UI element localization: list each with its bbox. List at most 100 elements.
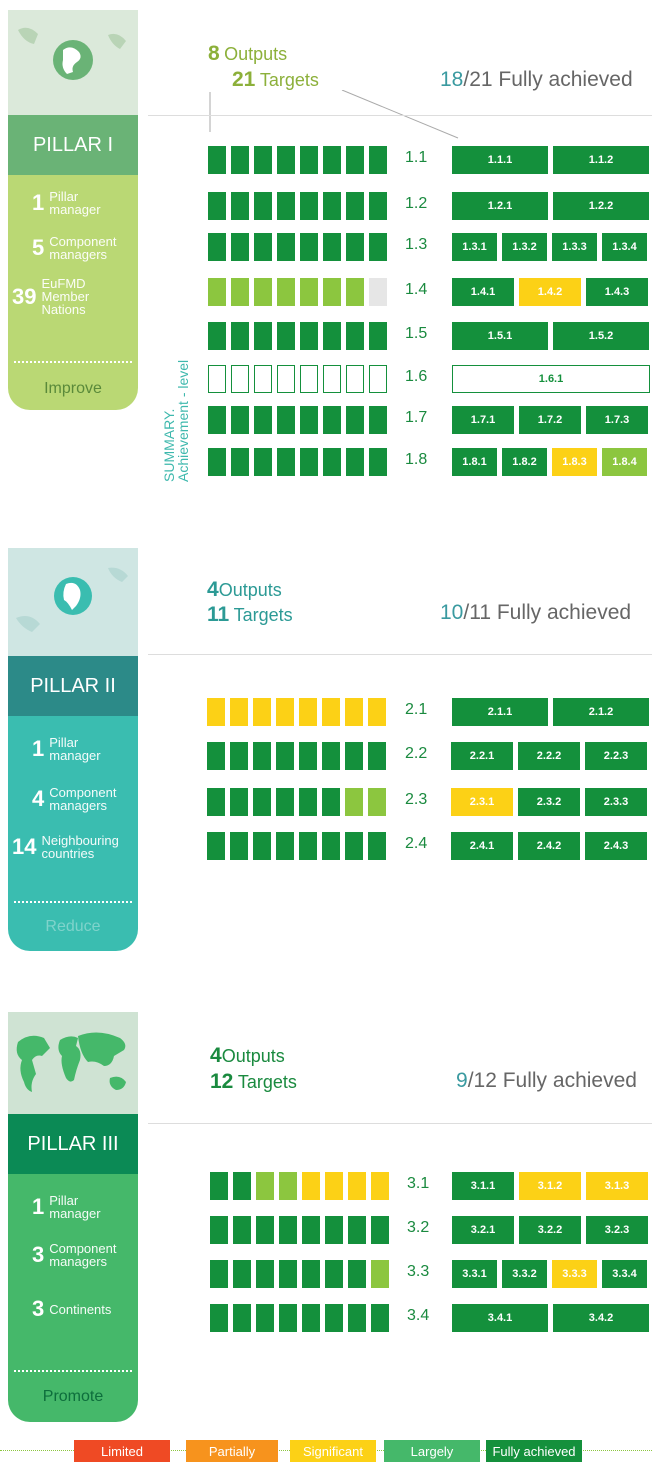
target-box: 1.3.1 (452, 233, 497, 261)
achievement-segment (210, 1216, 228, 1244)
pillar-2-stat-manager: 1 Pillar manager (32, 735, 101, 763)
achievement-segment (368, 698, 386, 726)
achievement-segment (300, 365, 318, 393)
output-1.1-bars (208, 146, 387, 174)
output-2.3-bars (207, 788, 386, 816)
achievement-segment (208, 192, 226, 220)
target-box: 2.2.2 (518, 742, 580, 770)
achievement-segment (253, 698, 271, 726)
target-box: 3.1.2 (519, 1172, 581, 1200)
output-number: 3.1 (407, 1175, 430, 1192)
target-box: 3.4.1 (452, 1304, 548, 1332)
pillar-1-outputs: 8 Outputs (208, 42, 288, 65)
achievement-segment (348, 1172, 366, 1200)
achievement-segment (369, 192, 387, 220)
achievement-segment (210, 1172, 228, 1200)
achievement-segment (230, 832, 248, 860)
target-box: 1.5.2 (553, 322, 649, 350)
pillar-2-footer: Reduce (45, 918, 101, 935)
achievement-segment (207, 832, 225, 860)
achievement-segment (299, 788, 317, 816)
achievement-segment (323, 448, 341, 476)
target-box: 2.4.3 (585, 832, 647, 860)
output-3.1-bars (210, 1172, 389, 1200)
pillar-3-targets: 12 Targets (210, 1070, 297, 1093)
achievement-segment (300, 146, 318, 174)
target-box: 1.7.2 (519, 406, 581, 434)
output-2.4-bars (207, 832, 386, 860)
achievement-segment (256, 1304, 274, 1332)
achievement-segment (208, 278, 226, 306)
world-map-icon (16, 1032, 126, 1092)
target-box: 1.1.2 (553, 146, 649, 174)
output-2.4-targets: 2.4.1 2.4.2 2.4.3 (451, 832, 647, 860)
achievement-segment (300, 406, 318, 434)
output-number: 1.1 (405, 149, 428, 166)
achievement-segment (276, 832, 294, 860)
achievement-segment (208, 322, 226, 350)
pillar-3-outputs: 4Outputs (210, 1044, 285, 1067)
legend-partially: Partially (186, 1440, 278, 1462)
pillar-3-footer: Promote (42, 1388, 104, 1405)
target-box: 2.4.1 (451, 832, 513, 860)
output-1.5-bars (208, 322, 387, 350)
achievement-segment (254, 406, 272, 434)
achievement-segment (300, 322, 318, 350)
output-2.1-bars (207, 698, 386, 726)
output-2.2-targets: 2.2.1 2.2.2 2.2.3 (451, 742, 647, 770)
target-box: 2.3.3 (585, 788, 647, 816)
achievement-segment (325, 1216, 343, 1244)
pillar-1-title: PILLAR I (8, 115, 138, 175)
achievement-segment (322, 788, 340, 816)
achievement-segment (254, 146, 272, 174)
achievement-segment (231, 233, 249, 261)
output-1.5-targets: 1.5.1 1.5.2 (452, 322, 649, 350)
achievement-segment (345, 832, 363, 860)
achievement-segment (346, 146, 364, 174)
output-1.8-targets: 1.8.1 1.8.2 1.8.3 1.8.4 (452, 448, 647, 476)
achievement-segment (208, 448, 226, 476)
target-box: 3.3.4 (602, 1260, 647, 1288)
achievement-segment (346, 278, 364, 306)
achievement-segment (299, 698, 317, 726)
output-number: 3.2 (407, 1219, 430, 1236)
target-box: 2.2.1 (451, 742, 513, 770)
target-box: 1.8.3 (552, 448, 597, 476)
pillar-2-achieved: 10/11 Fully achieved (440, 601, 632, 624)
achievement-segment (302, 1260, 320, 1288)
target-box: 1.5.1 (452, 322, 548, 350)
target-box: 1.6.1 (452, 365, 650, 393)
achievement-segment (256, 1260, 274, 1288)
achievement-segment (371, 1216, 389, 1244)
output-3.3-bars (210, 1260, 389, 1288)
globe-africa-icon (16, 567, 128, 632)
target-box: 3.3.3 (552, 1260, 597, 1288)
achievement-segment (346, 192, 364, 220)
achievement-segment (323, 406, 341, 434)
achievement-segment (300, 233, 318, 261)
output-number: 1.6 (405, 368, 428, 385)
achievement-segment (325, 1304, 343, 1332)
achievement-segment (277, 146, 295, 174)
output-1.6-targets: 1.6.1 (452, 365, 650, 393)
output-1.4-targets: 1.4.1 1.4.2 1.4.3 (452, 278, 648, 306)
achievement-segment (210, 1304, 228, 1332)
output-number: 1.8 (405, 451, 428, 468)
pillar-1-body: 1 Pillar manager 5 Component managers 39 Eu… (8, 175, 138, 410)
legend-significant: Significant (290, 1440, 376, 1462)
target-box: 3.2.1 (452, 1216, 514, 1244)
target-box: 3.4.2 (553, 1304, 649, 1332)
target-box: 1.8.2 (502, 448, 547, 476)
target-box: 1.8.4 (602, 448, 647, 476)
achievement-segment (231, 406, 249, 434)
achievement-segment (323, 192, 341, 220)
output-3.3-targets: 3.3.1 3.3.2 3.3.3 3.3.4 (452, 1260, 647, 1288)
achievement-segment (300, 448, 318, 476)
achievement-segment (254, 448, 272, 476)
pillar-3-achieved: 9/12 Fully achieved (456, 1069, 637, 1092)
pillar-1-card: PILLAR I 1 Pillar manager 5 Component mana… (8, 10, 138, 410)
achievement-segment (230, 698, 248, 726)
pillar-2-outputs: 4Outputs (207, 578, 282, 601)
achievement-segment (207, 698, 225, 726)
achievement-segment (207, 742, 225, 770)
